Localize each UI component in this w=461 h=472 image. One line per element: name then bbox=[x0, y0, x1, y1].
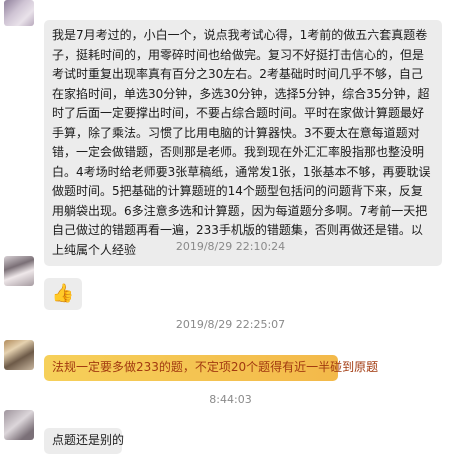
avatar[interactable] bbox=[4, 0, 34, 26]
highlighted-message-bubble: 法规一定要多做233的题，不定项20个题得有近一半碰到原题 bbox=[44, 355, 378, 381]
timestamp: 8:44:03 bbox=[209, 393, 252, 406]
message-text: 我是7月考过的，小白一个，说点我考试心得，1考前的做五六套真题卷子，挺耗时间的，… bbox=[52, 28, 431, 257]
timestamp: 2019/8/29 22:25:07 bbox=[175, 318, 286, 331]
avatar[interactable] bbox=[4, 340, 34, 370]
message-bubble: 点题还是别的 bbox=[44, 428, 125, 454]
thumbs-up-icon: 👍 bbox=[51, 283, 75, 304]
message-bubble: 我是7月考过的，小白一个，说点我考试心得，1考前的做五六套真题卷子，挺耗时间的，… bbox=[44, 20, 442, 266]
avatar[interactable] bbox=[4, 410, 34, 440]
timestamp: 2019/8/29 22:10:24 bbox=[175, 240, 286, 253]
message-text: 点题还是别的 bbox=[52, 433, 125, 447]
message-bubble: 👍 bbox=[44, 278, 82, 310]
avatar[interactable] bbox=[4, 256, 34, 286]
message-text: 法规一定要多做233的题，不定项20个题得有近一半碰到原题 bbox=[52, 360, 379, 374]
